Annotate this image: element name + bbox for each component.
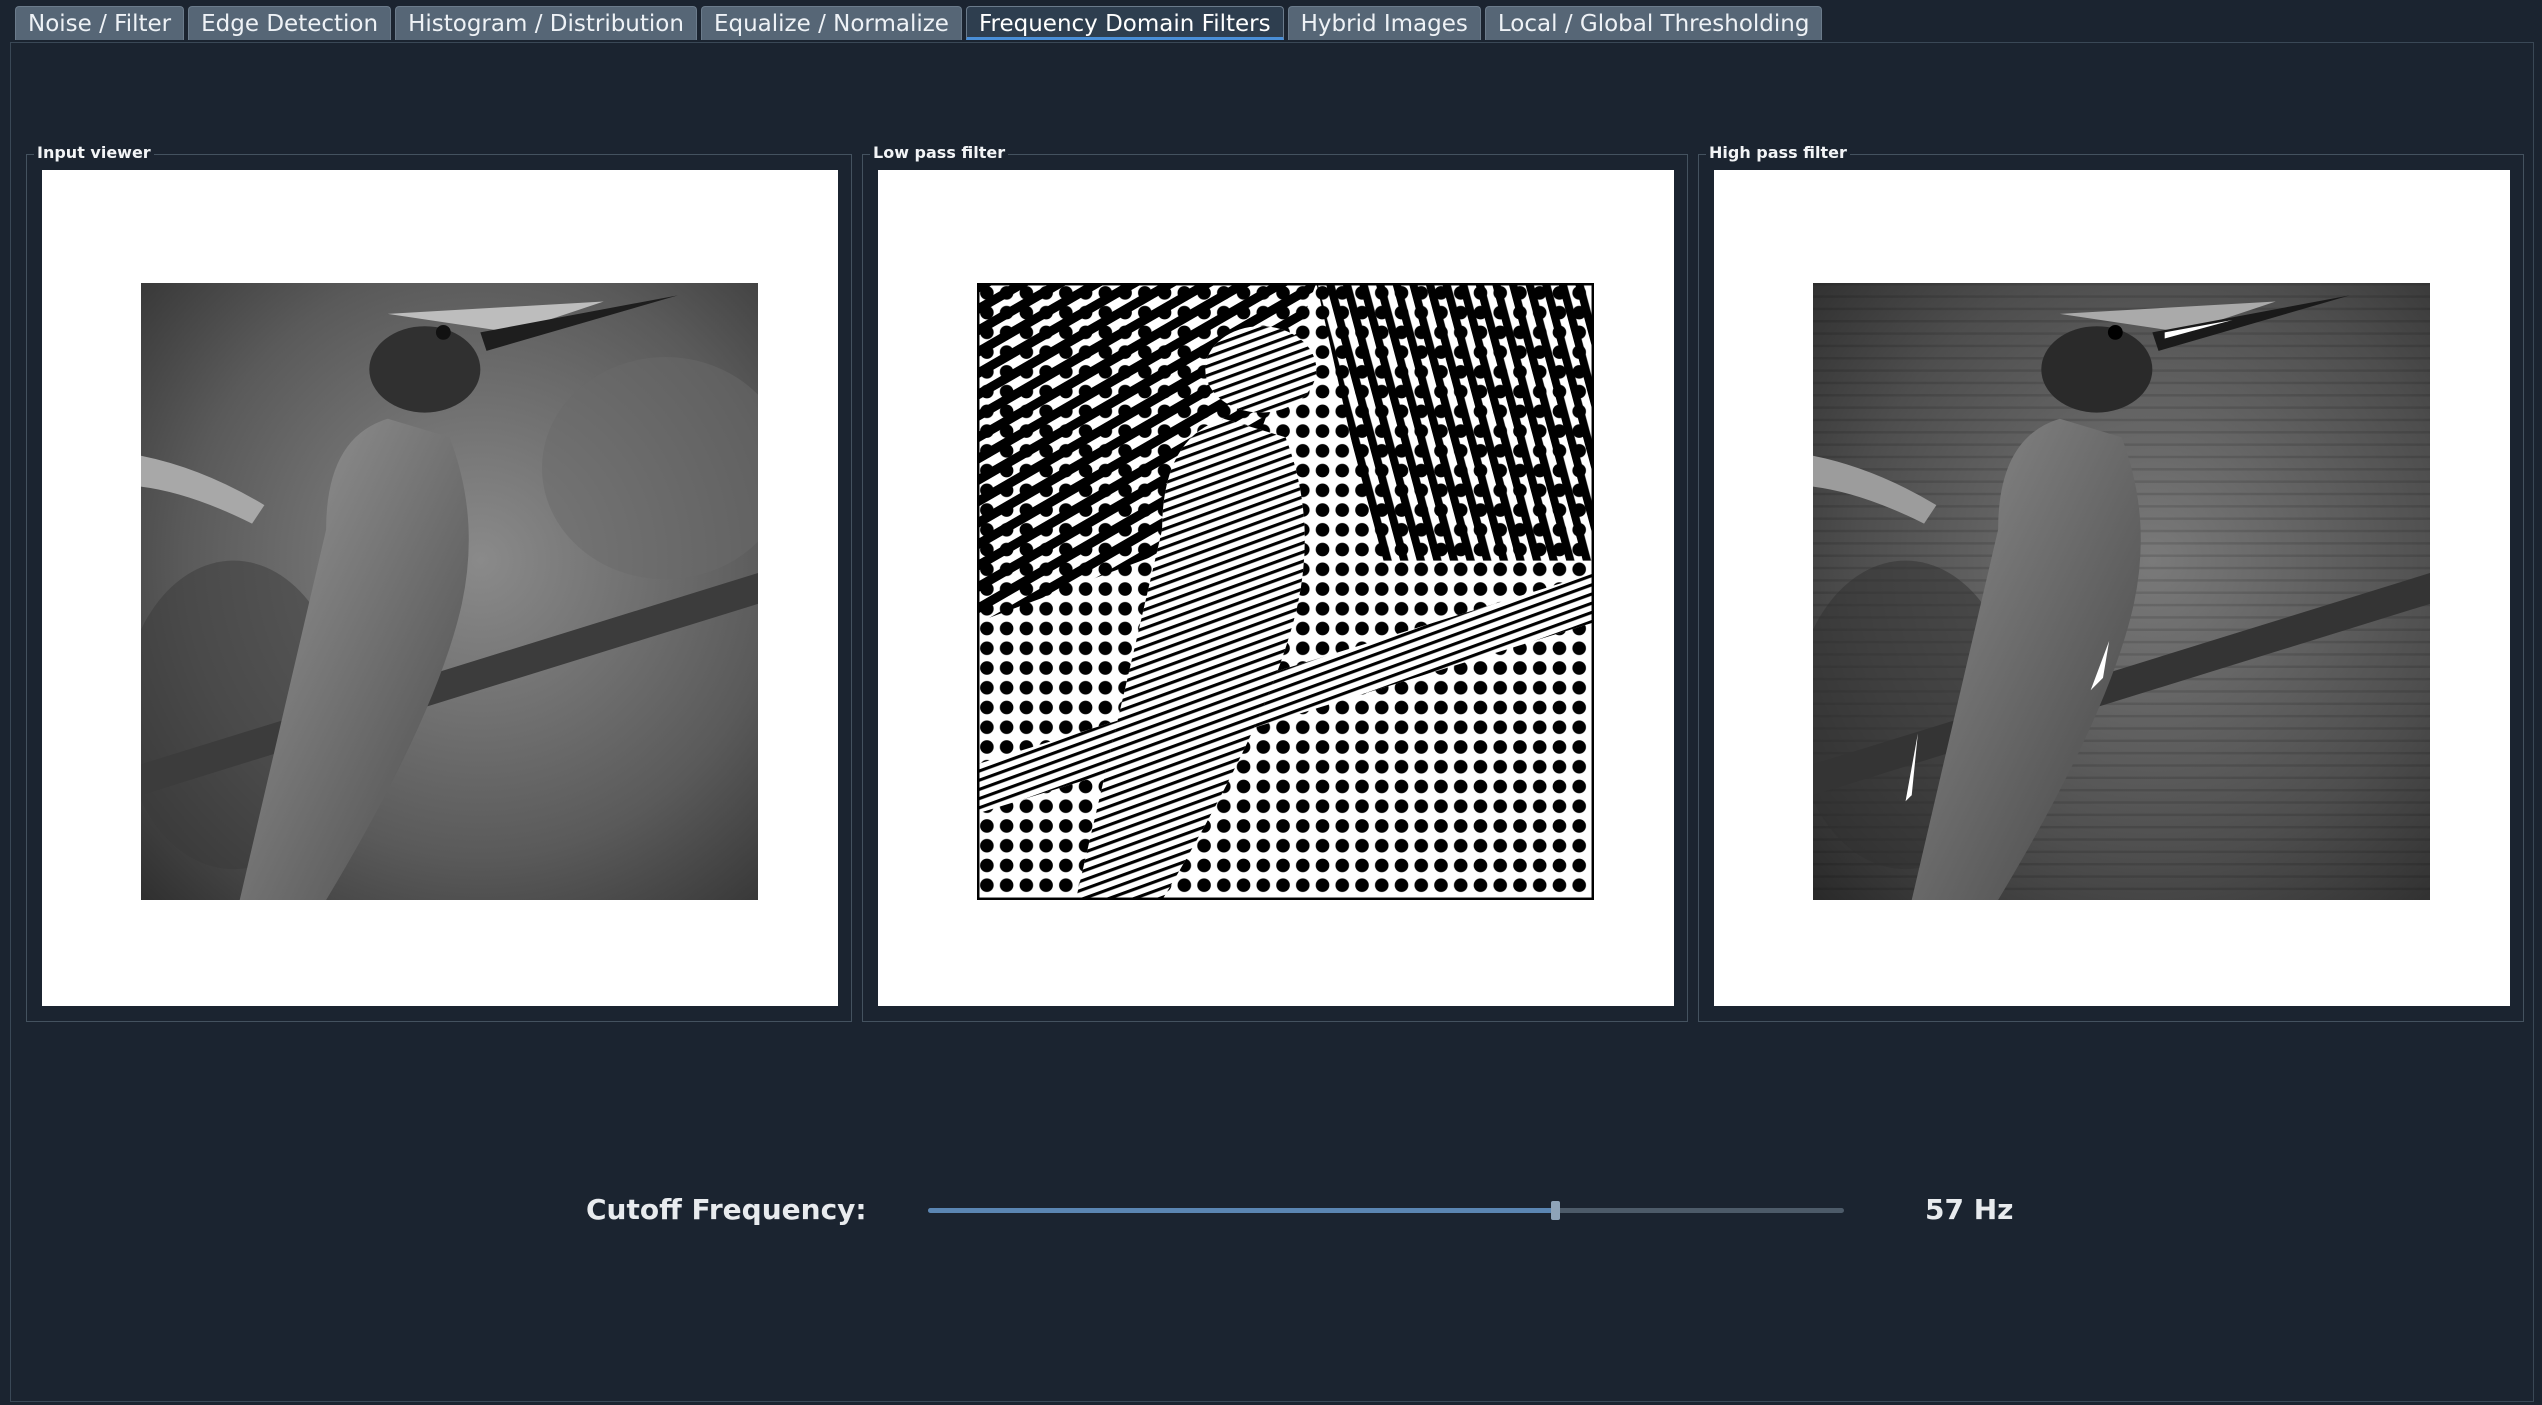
slider-fill <box>928 1208 1556 1213</box>
cutoff-frequency-slider[interactable] <box>928 1201 1844 1220</box>
high-pass-group: High pass filter <box>1698 143 2524 1022</box>
high-pass-viewer[interactable] <box>1714 170 2510 1006</box>
input-viewer[interactable] <box>42 170 838 1006</box>
tab-local-global-thresholding[interactable]: Local / Global Thresholding <box>1484 6 1823 40</box>
tab-noise-filter[interactable]: Noise / Filter <box>15 6 185 40</box>
low-pass-group: Low pass filter <box>862 143 1688 1022</box>
input-viewer-title: Input viewer <box>34 143 154 163</box>
slider-handle[interactable] <box>1551 1201 1561 1220</box>
cutoff-frequency-row: Cutoff Frequency: 57 Hz <box>0 1185 2542 1235</box>
input-viewer-group: Input viewer <box>26 143 852 1022</box>
low-pass-image <box>977 283 1594 900</box>
low-pass-viewer[interactable] <box>878 170 1674 1006</box>
tab-hybrid-images[interactable]: Hybrid Images <box>1287 6 1481 40</box>
high-pass-title: High pass filter <box>1706 143 1850 163</box>
tab-equalize-normalize[interactable]: Equalize / Normalize <box>700 6 962 40</box>
input-image <box>141 283 758 900</box>
cutoff-frequency-label: Cutoff Frequency: <box>586 1193 867 1226</box>
cutoff-frequency-value: 57 Hz <box>1925 1193 2014 1226</box>
tab-frequency-domain-filters[interactable]: Frequency Domain Filters <box>965 6 1284 40</box>
tab-bar: Noise / Filter Edge Detection Histogram … <box>15 6 1823 42</box>
tab-histogram-distribution[interactable]: Histogram / Distribution <box>395 6 697 40</box>
tab-edge-detection[interactable]: Edge Detection <box>188 6 392 40</box>
high-pass-image <box>1813 283 2430 900</box>
low-pass-title: Low pass filter <box>870 143 1009 163</box>
